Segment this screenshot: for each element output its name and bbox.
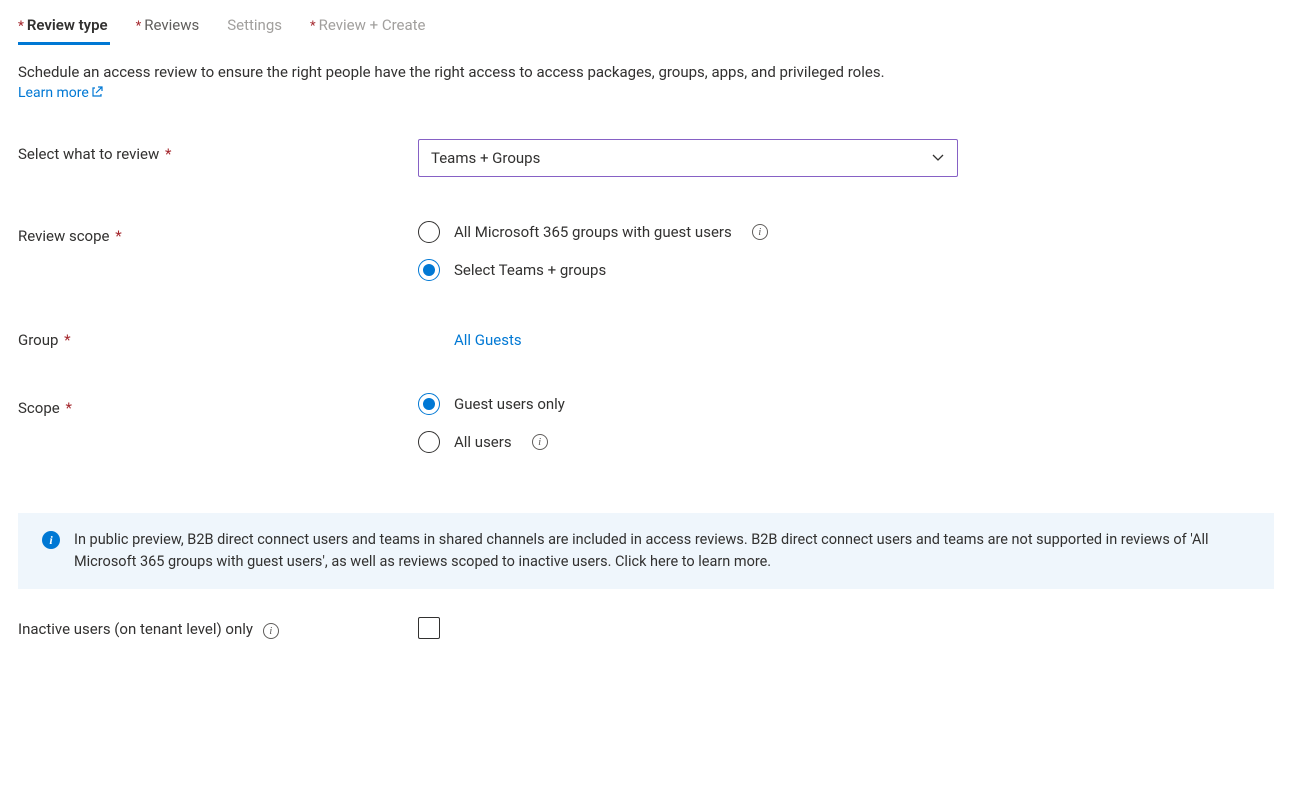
review-scope-radio-group: All Microsoft 365 groups with guest user… (418, 221, 1274, 281)
inactive-users-label: Inactive users (on tenant level) only i (18, 620, 418, 639)
tab-review-create[interactable]: *Review + Create (310, 16, 427, 45)
tab-reviews[interactable]: *Reviews (136, 16, 202, 45)
inactive-users-checkbox[interactable] (418, 617, 440, 639)
review-scope-label: Review scope * (18, 221, 418, 245)
scope-radio-group: Guest users only All users i (418, 393, 1274, 453)
scope-label: Scope * (18, 393, 418, 417)
chevron-down-icon (931, 151, 945, 165)
group-link[interactable]: All Guests (418, 325, 522, 349)
intro-text: Schedule an access review to ensure the … (18, 63, 1274, 81)
required-indicator: * (18, 19, 24, 34)
group-label: Group * (18, 325, 418, 349)
review-scope-radio-select-teams[interactable] (418, 259, 440, 281)
select-what-label: Select what to review * (18, 139, 418, 163)
info-icon: i (42, 531, 60, 549)
external-link-icon (91, 86, 103, 98)
required-indicator: * (136, 19, 142, 34)
info-icon[interactable]: i (263, 623, 279, 639)
scope-radio-guest-only[interactable] (418, 393, 440, 415)
scope-radio-all-users[interactable] (418, 431, 440, 453)
tabs: *Review type *Reviews Settings *Review +… (18, 16, 1274, 45)
info-icon[interactable]: i (532, 434, 548, 450)
info-banner: i In public preview, B2B direct connect … (18, 513, 1274, 589)
select-what-dropdown[interactable]: Teams + Groups (418, 139, 958, 177)
tab-review-type[interactable]: *Review type (18, 16, 110, 45)
info-icon[interactable]: i (752, 224, 768, 240)
required-indicator: * (310, 19, 316, 34)
review-scope-radio-all-m365[interactable] (418, 221, 440, 243)
learn-more-link[interactable]: Learn more (18, 85, 103, 101)
banner-text: In public preview, B2B direct connect us… (74, 529, 1254, 573)
tab-settings[interactable]: Settings (227, 16, 284, 45)
